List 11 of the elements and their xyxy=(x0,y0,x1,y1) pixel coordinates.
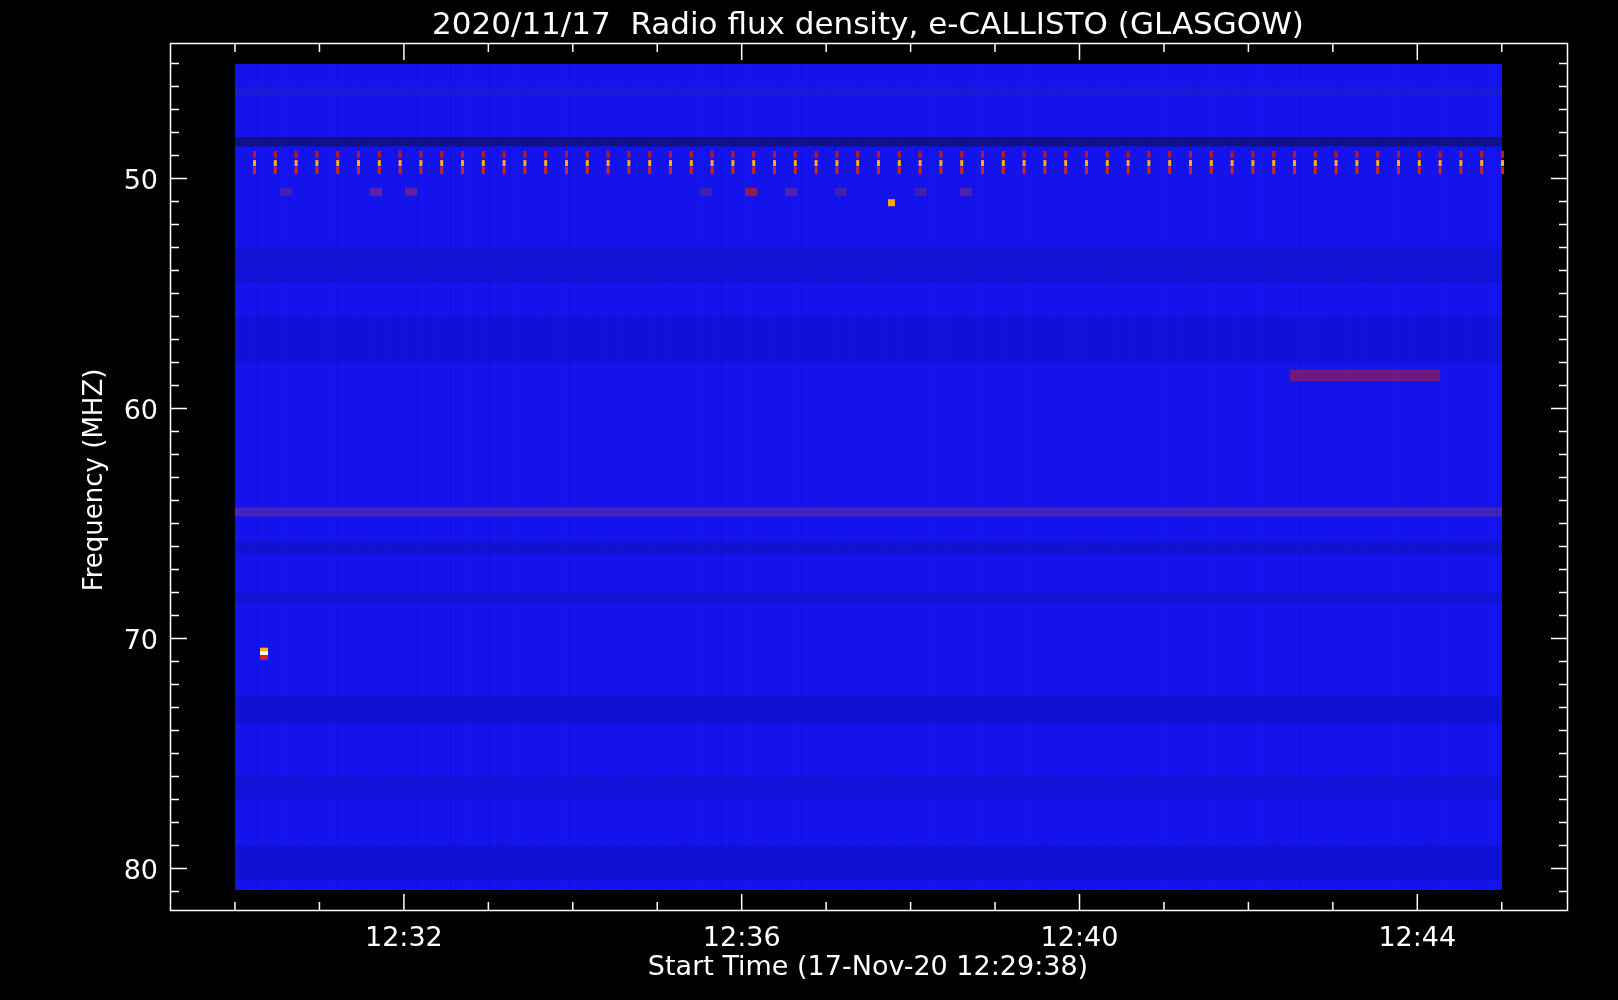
x-tick-label: 12:40 xyxy=(1040,921,1119,952)
y-tick-label: 50 xyxy=(123,163,158,195)
x-tick-label: 12:32 xyxy=(365,921,443,952)
y-tick-label: 60 xyxy=(123,393,158,425)
y-axis-label: Frequency (MHZ) xyxy=(78,368,108,592)
y-tick-label: 80 xyxy=(123,853,158,885)
x-tick-label: 12:36 xyxy=(702,921,781,952)
x-tick-label: 12:44 xyxy=(1378,921,1457,952)
y-tick-label: 70 xyxy=(123,623,158,655)
x-axis-label: Start Time (17-Nov-20 12:29:38) xyxy=(647,950,1089,981)
chart-title: 2020/11/17 Radio flux density, e-CALLISTO (GLASGOW) xyxy=(432,5,1304,41)
